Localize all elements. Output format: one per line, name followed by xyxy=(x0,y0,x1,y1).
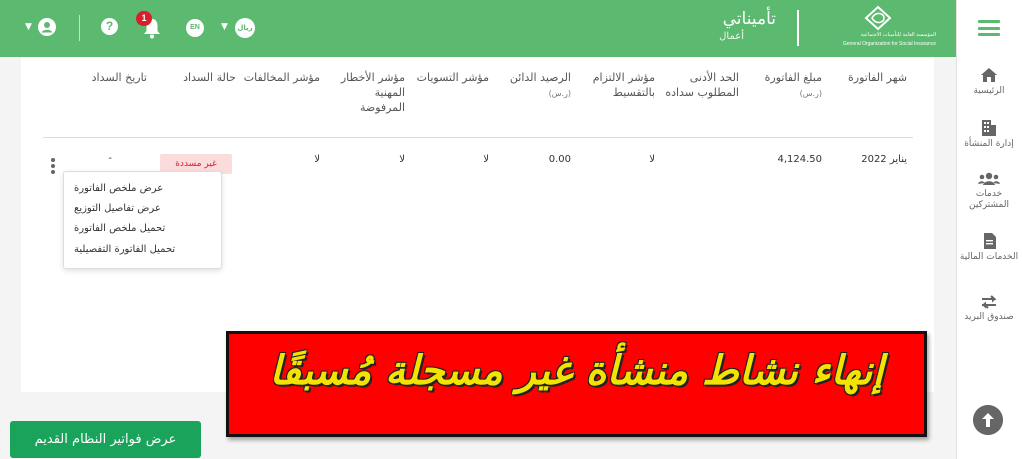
old-system-invoices-button[interactable]: عرض فواتير النظام القديم xyxy=(10,421,201,458)
sidebar-item-mailbox[interactable]: صندوق البريد xyxy=(957,295,1021,323)
home-icon xyxy=(981,68,997,82)
document-icon xyxy=(983,233,996,249)
cell-settlements-indicator: لا xyxy=(483,154,489,165)
sidebar-item-subscribers[interactable]: خدمات المشتركين xyxy=(957,172,1021,211)
org-name-arabic: المؤسسة العامة للتأمينات الاجتماعية xyxy=(860,32,936,38)
menu-item-download-invoice-summary[interactable]: تحميل ملخص الفاتورة xyxy=(74,223,198,234)
cell-installment-indicator: لا xyxy=(649,154,655,165)
column-header-payment-status: حالة السداد xyxy=(183,71,236,84)
column-unit-amount: (ر.س) xyxy=(799,89,822,98)
cell-payment-date: - xyxy=(108,153,112,164)
org-name-english: General Organization for Social Insuranc… xyxy=(842,41,936,47)
building-icon xyxy=(982,120,996,136)
table-header-divider xyxy=(43,137,913,138)
title-banner: إنهاء نشاط منشأة غير مسجلة مُسبقًا xyxy=(226,331,927,437)
sidebar-item-label: صندوق البريد xyxy=(964,312,1014,322)
cell-rejected-risks-indicator: لا xyxy=(399,154,405,165)
gosi-logo-icon xyxy=(864,5,892,31)
banner-title: إنهاء نشاط منشأة غير مسجلة مُسبقًا xyxy=(269,348,884,394)
row-actions-menu: عرض ملخص الفاتورة عرض تفاصيل التوزيع تحم… xyxy=(63,171,222,269)
currency-icon[interactable]: ريال xyxy=(235,18,255,38)
sidebar-item-label: الخدمات المالية xyxy=(959,252,1019,262)
column-header-settlements: مؤشر التسويات xyxy=(416,71,489,84)
cell-month: يناير 2022 xyxy=(861,154,907,165)
user-menu-chevron-icon[interactable]: ▼ xyxy=(25,22,32,32)
cell-amount: 4,124.50 xyxy=(777,154,822,165)
column-header-credit-balance: الرصيد الدائن xyxy=(509,71,571,84)
cell-violations-indicator: لا xyxy=(314,154,320,165)
brand-subtitle: أعمال xyxy=(719,31,744,42)
column-header-payment-date: تاريخ السداد xyxy=(91,71,147,84)
column-header-installment: مؤشر الالتزام بالتقسيط xyxy=(592,71,655,99)
column-header-amount: مبلغ الفاتورة xyxy=(764,71,822,84)
column-header-rejected-risks: مؤشر الأخطار المهنية المرفوضة xyxy=(340,71,405,114)
sidebar-item-financial[interactable]: الخدمات المالية xyxy=(957,233,1021,263)
users-icon xyxy=(978,172,1000,185)
notification-badge: 1 xyxy=(136,11,152,26)
exchange-icon xyxy=(982,295,997,309)
header-divider xyxy=(797,10,799,46)
language-switch-button[interactable]: EN xyxy=(186,19,204,37)
brand-name: تأميناتي xyxy=(722,9,776,29)
help-icon[interactable]: ? xyxy=(101,18,118,35)
row-actions-kebab-icon[interactable] xyxy=(50,158,56,176)
menu-item-view-invoice-summary[interactable]: عرض ملخص الفاتورة xyxy=(74,183,198,194)
menu-item-download-detailed-invoice[interactable]: تحميل الفاتورة التفصيلية xyxy=(74,244,198,255)
column-unit-credit: (ر.س) xyxy=(548,89,571,98)
menu-item-view-distribution-details[interactable]: عرض تفاصيل التوزيع xyxy=(74,203,198,214)
user-account-icon[interactable] xyxy=(38,18,56,36)
column-header-min-due: الحد الأدنى المطلوب سداده xyxy=(665,71,739,99)
cell-credit-balance: 0.00 xyxy=(548,154,571,165)
sidebar-item-establishment[interactable]: إدارة المنشأة xyxy=(957,119,1021,150)
column-header-violations: مؤشر المخالفات xyxy=(243,71,320,84)
sidebar-item-label: إدارة المنشأة xyxy=(964,139,1014,149)
sidebar-item-label: خدمات المشتركين xyxy=(968,189,1009,210)
column-header-month: شهر الفاتورة xyxy=(848,71,907,84)
header-separator xyxy=(79,15,80,41)
chevron-down-icon[interactable]: ▼ xyxy=(221,22,228,32)
sidebar-item-home[interactable]: الرئيسية xyxy=(957,67,1021,97)
menu-icon[interactable] xyxy=(978,20,1000,36)
sidebar-item-label: الرئيسية xyxy=(973,86,1005,96)
scroll-to-top-icon[interactable] xyxy=(973,405,1003,435)
